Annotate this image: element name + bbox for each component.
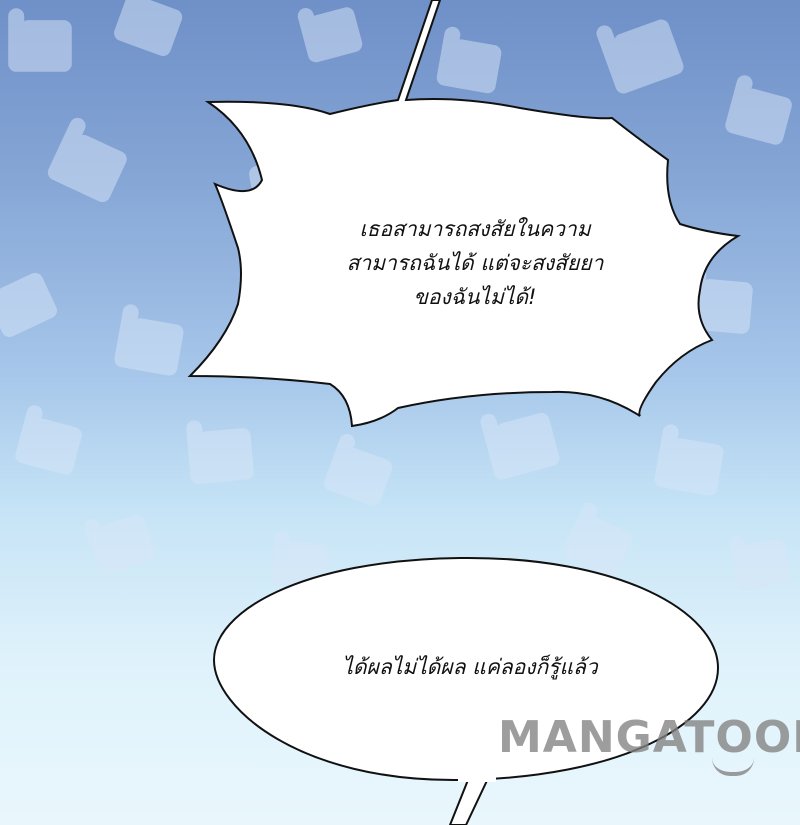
swirl-shape [0, 272, 57, 337]
swirl-pattern-background [0, 0, 792, 825]
swirl-shape [654, 424, 724, 496]
bubble-1-line-2: สามารถฉันได้ แต่จะสงสัยยา [346, 251, 604, 275]
bubble-1-line-3: ของฉันไม่ได้! [413, 285, 537, 309]
swirl-shape [563, 503, 633, 577]
swirl-shape [324, 434, 393, 506]
swirl-shape [114, 304, 184, 376]
swirl-shape [8, 8, 72, 72]
comic-panel: เธอสามารถสงสัยในความ สามารถฉันได้ แต่จะส… [0, 0, 800, 825]
swirl-shape [725, 75, 792, 145]
swirl-shape [114, 0, 183, 56]
swirl-shape [15, 405, 82, 475]
bubble-1-line-1: เธอสามารถสงสัยในความ [359, 217, 591, 241]
swirl-shape [84, 514, 156, 576]
swirl-shape [596, 19, 684, 94]
swirl-shape [297, 7, 363, 63]
mangatoon-watermark: MANGATOON [498, 712, 800, 763]
swirl-shape [47, 117, 127, 203]
swirl-shape [186, 420, 254, 484]
swirl-shape [270, 530, 329, 590]
speech-bubble-2-shape [212, 556, 720, 825]
swirl-shape [729, 535, 791, 591]
speech-bubble-2-text: ได้ผลไม่ได้ผล แค่ลองก็รู้แล้ว [342, 655, 598, 679]
swirl-shape [480, 412, 560, 480]
speech-bubble-1-text: เธอสามารถสงสัยในความ สามารถฉันได้ แต่จะส… [270, 212, 680, 314]
swirl-shape [436, 26, 502, 94]
